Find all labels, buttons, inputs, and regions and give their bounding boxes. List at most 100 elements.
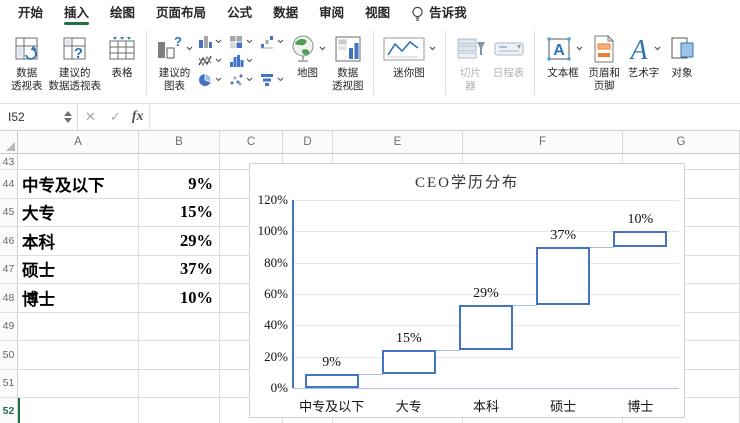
slicer-button: 切片 器	[452, 28, 490, 94]
chevron-down-icon	[277, 39, 284, 44]
ribbon-divider	[146, 31, 147, 95]
cell-B48[interactable]: 10%	[139, 284, 220, 313]
cell-A51[interactable]	[18, 369, 139, 398]
column-header-G[interactable]: G	[623, 131, 740, 153]
line-chart-button[interactable]	[198, 51, 222, 70]
column-chart-button[interactable]	[198, 32, 222, 51]
scatter-chart-button[interactable]	[229, 70, 253, 89]
cell-A45[interactable]: 大专	[18, 198, 139, 227]
row-header-50[interactable]: 50	[0, 341, 18, 370]
cell-A44[interactable]: 中专及以下	[18, 170, 139, 199]
enter-icon[interactable]: ✓	[110, 109, 121, 125]
cell-B45[interactable]: 15%	[139, 198, 220, 227]
x-axis-category-label: 中专及以下	[299, 399, 365, 414]
chart-bar-硕士[interactable]	[536, 247, 591, 305]
recommended-pivot-button[interactable]: ? 建议的 数据透视表	[46, 28, 105, 94]
chart-bar-本科[interactable]	[459, 304, 513, 351]
ribbon-tab-bar: 开始 插入 绘图 页面布局 公式 数据 审阅 视图 告诉我	[0, 0, 740, 27]
column-header-C[interactable]: C	[220, 131, 283, 153]
chevron-down-icon	[215, 77, 222, 82]
pivot-chart-icon	[333, 30, 363, 67]
tab-formulas[interactable]: 公式	[227, 0, 252, 27]
table-button[interactable]: 表格	[104, 28, 140, 82]
cell-A46[interactable]: 本科	[18, 227, 139, 256]
tab-page-layout[interactable]: 页面布局	[156, 0, 206, 27]
cell-B44[interactable]: 9%	[139, 170, 220, 199]
chart-title[interactable]: CEO学历分布	[250, 171, 684, 192]
ribbon-group-tables: 数据 透视表 ? 建议的 数据透视表 表格	[8, 28, 140, 94]
tab-view[interactable]: 视图	[365, 0, 390, 27]
text-box-button[interactable]: A 文本框	[541, 28, 586, 82]
y-axis-tick-label: 80%	[264, 254, 288, 270]
ribbon-divider	[533, 31, 535, 95]
chart-bar-中专及以下[interactable]	[304, 373, 359, 388]
row-header-45[interactable]: 45	[0, 198, 18, 227]
pie-chart-button[interactable]	[198, 70, 222, 89]
cell-A50[interactable]	[18, 341, 139, 370]
formula-input[interactable]	[149, 104, 740, 130]
chart-bar-博士[interactable]	[613, 231, 668, 247]
insert-function-icon[interactable]: fx	[132, 109, 144, 125]
timeline-icon	[493, 30, 525, 67]
cell-B52[interactable]	[139, 398, 220, 423]
cell-B47[interactable]: 37%	[139, 255, 220, 284]
tab-insert[interactable]: 插入	[64, 0, 90, 27]
recommended-chart-button[interactable]: ? 建议的 图表	[153, 28, 196, 94]
header-footer-button[interactable]: 页眉和 页脚	[586, 28, 624, 94]
cell-A49[interactable]	[18, 312, 139, 341]
tab-review[interactable]: 审阅	[319, 0, 344, 27]
object-button[interactable]: 对象	[664, 28, 700, 82]
chevron-down-icon	[246, 39, 253, 44]
ribbon-divider	[372, 31, 374, 95]
header-footer-icon	[589, 30, 619, 67]
histogram-chart-icon	[230, 54, 244, 67]
row-header-48[interactable]: 48	[0, 284, 18, 313]
row-header-52[interactable]: 52	[0, 398, 18, 423]
map-button[interactable]: 地图	[286, 28, 329, 82]
column-header-B[interactable]: B	[139, 131, 220, 153]
wordart-button[interactable]: A 艺术字	[623, 28, 664, 82]
cell-B43[interactable]	[139, 154, 220, 170]
column-header-F[interactable]: F	[463, 131, 623, 153]
column-header-E[interactable]: E	[333, 131, 463, 153]
cell-A52[interactable]	[18, 398, 139, 423]
row-header-44[interactable]: 44	[0, 170, 18, 199]
select-all-corner[interactable]	[0, 131, 18, 153]
table-icon	[107, 30, 137, 67]
pivot-chart-button[interactable]: 数据 透视图	[329, 28, 367, 94]
y-axis-tick-label: 0%	[270, 380, 288, 395]
waterfall-chart-button[interactable]	[260, 32, 284, 51]
funnel-chart-button[interactable]	[260, 70, 284, 89]
tab-data[interactable]: 数据	[273, 0, 298, 27]
name-box[interactable]: I52	[0, 104, 78, 130]
column-header-A[interactable]: A	[18, 131, 139, 153]
cell-B50[interactable]	[139, 341, 220, 370]
chart-data-label: 37%	[550, 228, 577, 243]
slicer-icon	[455, 30, 487, 67]
x-axis-category-label: 硕士	[550, 399, 577, 414]
histogram-chart-button[interactable]	[229, 51, 253, 70]
row-header-46[interactable]: 46	[0, 227, 18, 256]
area-chart-button[interactable]	[229, 32, 253, 51]
chart[interactable]: CEO学历分布 0% 20% 40% 60% 80% 100% 120% 9% 中专及以下 15%…	[249, 163, 685, 418]
cell-B51[interactable]	[139, 369, 220, 398]
name-box-spinner[interactable]	[64, 111, 72, 123]
row-header-51[interactable]: 51	[0, 369, 18, 398]
tab-draw[interactable]: 绘图	[110, 0, 135, 27]
cell-A43[interactable]	[18, 154, 139, 170]
sparkline-button[interactable]: 迷你图	[380, 28, 439, 82]
cell-B49[interactable]	[139, 312, 220, 341]
ribbon-group-filters: 切片 器 日程表	[452, 28, 528, 94]
cancel-icon[interactable]: ✕	[85, 109, 96, 125]
pivot-table-button[interactable]: 数据 透视表	[8, 28, 46, 94]
row-header-43[interactable]: 43	[0, 154, 18, 170]
row-header-47[interactable]: 47	[0, 255, 18, 284]
column-header-D[interactable]: D	[283, 131, 333, 153]
cell-A48[interactable]: 博士	[18, 284, 139, 313]
tab-tell-me[interactable]: 告诉我	[411, 0, 467, 27]
chart-bar-大专[interactable]	[381, 350, 436, 374]
row-header-49[interactable]: 49	[0, 312, 18, 341]
cell-B46[interactable]: 29%	[139, 227, 220, 256]
cell-A47[interactable]: 硕士	[18, 255, 139, 284]
tab-home[interactable]: 开始	[18, 0, 43, 27]
